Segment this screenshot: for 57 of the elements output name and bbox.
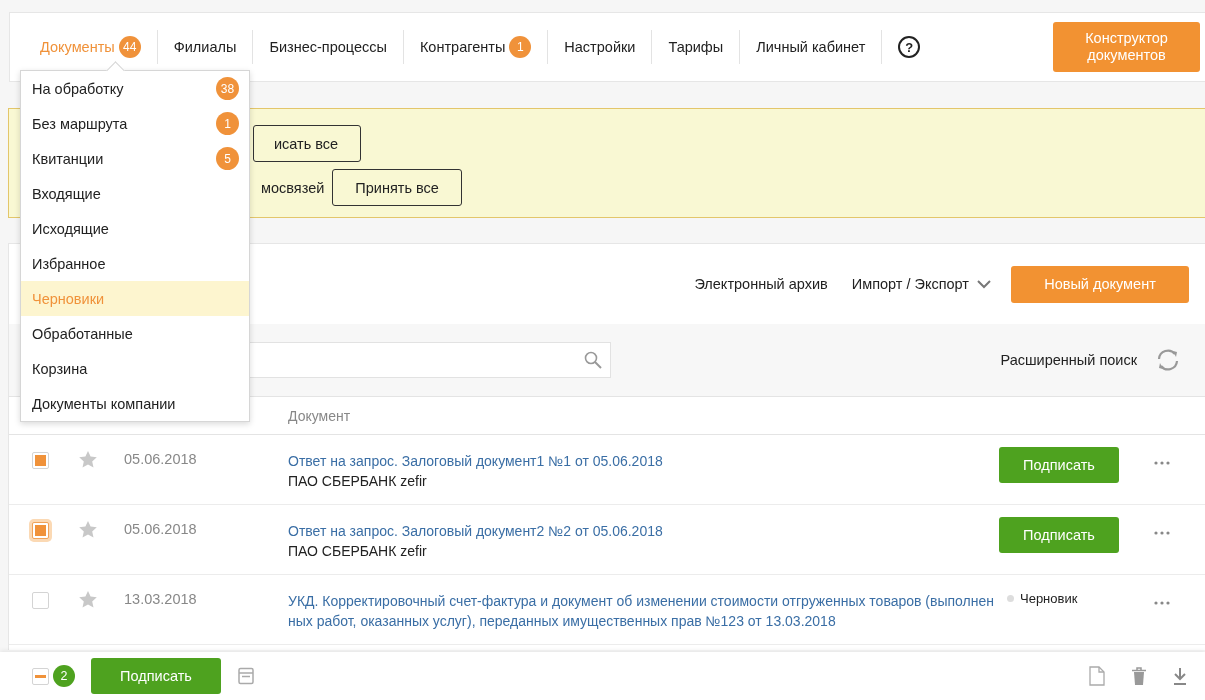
refresh-icon[interactable] bbox=[1155, 348, 1181, 372]
search-icon[interactable] bbox=[584, 351, 602, 369]
archive-box-icon[interactable] bbox=[237, 667, 255, 685]
counterparty-text: ПАО СБЕРБАНК zefir bbox=[288, 542, 428, 561]
select-all-checkbox[interactable] bbox=[32, 667, 49, 685]
nav-tab[interactable]: Филиалы bbox=[156, 30, 253, 64]
count-badge: 38 bbox=[216, 77, 239, 100]
more-icon[interactable] bbox=[1154, 601, 1170, 605]
notice-text: мосвязей bbox=[261, 179, 325, 196]
advanced-search-link[interactable]: Расширенный поиск bbox=[1000, 352, 1137, 368]
menu-item[interactable]: Обработанные bbox=[21, 316, 249, 351]
date-cell-text: 13.03.2018 bbox=[124, 591, 198, 607]
download-icon[interactable] bbox=[1173, 666, 1187, 686]
nav-tab[interactable]: Контрагенты 1 bbox=[402, 30, 548, 64]
help-icon[interactable]: ? bbox=[898, 36, 921, 58]
status-dot-icon bbox=[1007, 595, 1014, 602]
checkbox[interactable] bbox=[32, 592, 49, 609]
more-icon[interactable] bbox=[1154, 461, 1170, 465]
menu-item[interactable]: Входящие bbox=[21, 176, 249, 211]
checkbox[interactable] bbox=[32, 522, 49, 539]
document-link[interactable]: Ответ на запрос. Залоговый документ2 №2 от 05.06.2018 bbox=[288, 521, 995, 541]
accept-all-button[interactable]: Принять все bbox=[332, 169, 462, 206]
star-icon[interactable] bbox=[79, 451, 97, 468]
star-icon[interactable] bbox=[79, 591, 97, 608]
nav-tab[interactable]: Бизнес-процессы bbox=[252, 30, 403, 64]
menu-item[interactable]: Документы компании bbox=[21, 386, 249, 421]
checkbox[interactable] bbox=[32, 452, 49, 469]
count-badge: 44 bbox=[118, 36, 141, 58]
count-badge: 5 bbox=[216, 147, 239, 170]
chevron-down-icon bbox=[977, 279, 991, 289]
date-cell-text: 05.06.2018 bbox=[124, 521, 198, 537]
date-cell-text: 05.06.2018 bbox=[124, 451, 198, 467]
menu-item[interactable]: На обработку 38 bbox=[21, 71, 249, 106]
menu-item[interactable]: Корзина bbox=[21, 351, 249, 386]
counterparty-text: ПАО СБЕРБАНК zefir bbox=[288, 472, 428, 491]
document-link[interactable]: УКД. Корректировочный счет-фактура и документ об изменении стоимости отгруженных товаров (выполненных работ, оказанных услуг), переданных имущественных прав №123 от 13.03.2018 bbox=[288, 591, 995, 631]
search-field[interactable] bbox=[249, 342, 611, 378]
more-icon[interactable] bbox=[1154, 531, 1170, 535]
import-export-menu[interactable]: Импорт / Экспорт bbox=[851, 276, 991, 292]
status-label: Черновик bbox=[1020, 591, 1078, 606]
nav-tab[interactable]: Личный кабинет bbox=[739, 30, 882, 64]
menu-item[interactable]: Квитанции 5 bbox=[21, 141, 249, 176]
column-header: Документ bbox=[288, 406, 352, 426]
count-badge: 1 bbox=[509, 36, 532, 58]
selected-count-badge: 2 bbox=[53, 665, 75, 687]
star-icon[interactable] bbox=[79, 521, 97, 538]
menu-item[interactable]: Избранное bbox=[21, 246, 249, 281]
menu-item[interactable]: Без маршрута 1 bbox=[21, 106, 249, 141]
nav-tab[interactable]: Настройки bbox=[547, 30, 652, 64]
document-link[interactable]: Ответ на запрос. Залоговый документ1 №1 от 05.06.2018 bbox=[288, 451, 995, 471]
document-icon[interactable] bbox=[1089, 666, 1105, 686]
archive-link[interactable]: Электронный архив bbox=[694, 276, 828, 292]
menu-item[interactable]: Исходящие bbox=[21, 211, 249, 246]
sign-all-button[interactable]: исать все bbox=[253, 125, 362, 162]
count-badge: 1 bbox=[216, 112, 239, 135]
trash-icon[interactable] bbox=[1131, 666, 1147, 686]
nav-tab[interactable]: Тарифы bbox=[651, 30, 740, 64]
